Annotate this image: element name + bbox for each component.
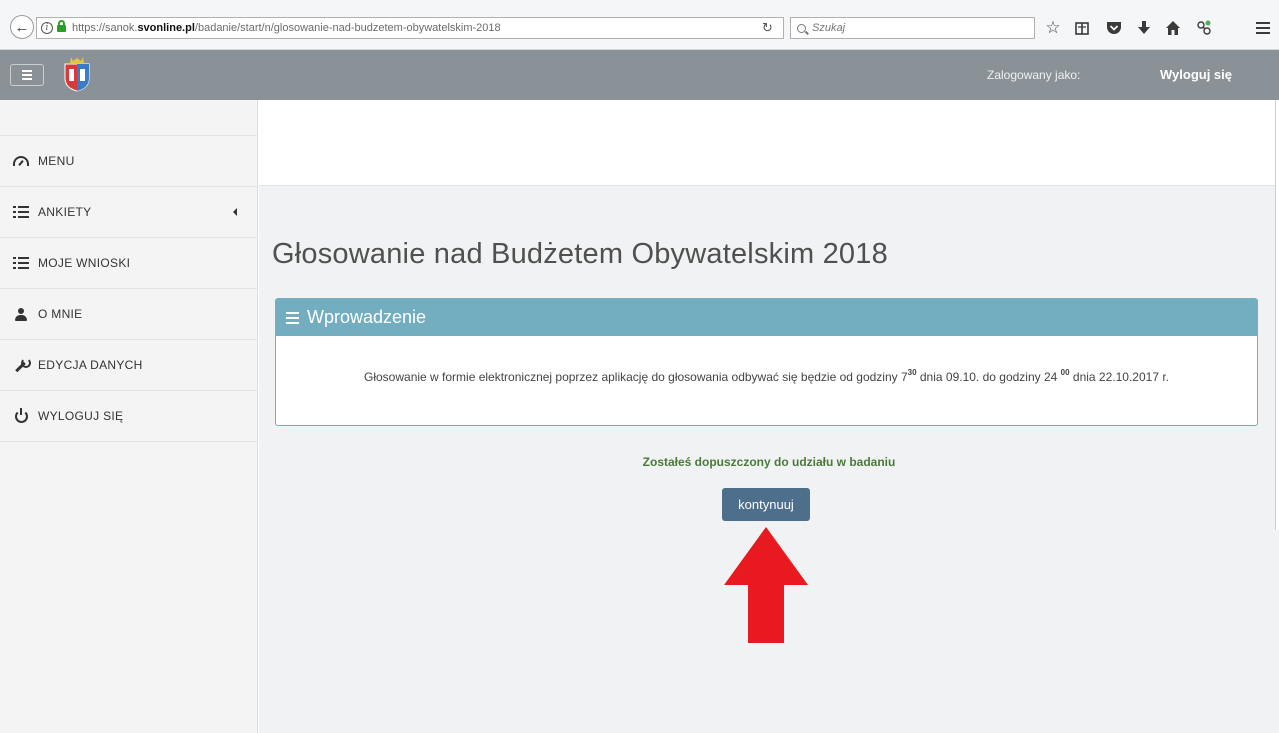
url-domain: svonline.pl: [137, 22, 195, 34]
intro-text-part3: dnia 22.10.2017 r.: [1069, 370, 1169, 384]
sidebar-item-moje-wnioski[interactable]: MOJE WNIOSKI: [0, 238, 257, 289]
sidebar-spacer: [0, 100, 257, 136]
sidebar-item-wyloguj[interactable]: WYLOGUJ SIĘ: [0, 391, 257, 442]
list-icon: [12, 205, 30, 219]
sidebar-item-label: MENU: [38, 154, 75, 168]
power-icon: [12, 407, 30, 423]
reload-icon[interactable]: ↻: [762, 20, 773, 36]
page-title: Głosowanie nad Budżetem Obywatelskim 201…: [272, 238, 888, 270]
extension-icon[interactable]: [1193, 17, 1215, 39]
sidebar-item-label: EDYCJA DANYCH: [38, 358, 143, 372]
sidebar-item-label: ANKIETY: [38, 205, 92, 219]
info-icon[interactable]: i: [41, 22, 53, 34]
search-bar[interactable]: [790, 17, 1035, 39]
download-icon[interactable]: [1133, 17, 1155, 39]
sidebar-item-menu[interactable]: MENU: [0, 136, 257, 187]
url-path: /badanie/start/n/glosowanie-nad-budzetem…: [194, 22, 501, 34]
panel-body-text: Głosowanie w formie elektronicznej poprz…: [276, 336, 1257, 384]
menu-icon[interactable]: [1252, 17, 1274, 39]
status-message: Zostałeś dopuszczony do udziału w badani…: [642, 455, 896, 469]
sidebar-item-o-mnie[interactable]: O MNIE: [0, 289, 257, 340]
back-arrow-icon[interactable]: ←: [10, 15, 34, 39]
top-blank-panel: [259, 100, 1279, 186]
url-prefix: https://sanok.: [72, 22, 138, 34]
intro-panel: Wprowadzenie Głosowanie w formie elektro…: [275, 298, 1258, 426]
reading-list-icon[interactable]: [1071, 17, 1093, 39]
sidebar-item-ankiety[interactable]: ANKIETY: [0, 187, 257, 238]
logged-in-label: Zalogowany jako:: [987, 68, 1081, 82]
app-header: [0, 50, 1279, 100]
search-input[interactable]: [812, 22, 1012, 34]
city-crest-logo[interactable]: [63, 56, 91, 92]
intro-text-part2: dnia 09.10. do godziny 24: [916, 370, 1061, 384]
end-hour-superscript: 00: [1060, 368, 1070, 377]
address-bar[interactable]: i https://sanok. svonline.pl/badanie/star…: [36, 17, 784, 39]
dashboard-icon: [12, 154, 30, 168]
sidebar-toggle-button[interactable]: [10, 64, 44, 86]
start-hour-superscript: 30: [907, 368, 917, 377]
lock-icon[interactable]: [57, 20, 66, 33]
browser-toolbar: ← i https://sanok. svonline.pl/badanie/st…: [0, 0, 1279, 50]
sidebar-item-label: MOJE WNIOSKI: [38, 256, 131, 270]
main-content: Głosowanie nad Budżetem Obywatelskim 201…: [259, 100, 1279, 733]
home-icon[interactable]: [1162, 17, 1184, 39]
logout-link[interactable]: Wyloguj się: [1160, 67, 1232, 82]
red-up-arrow-icon: [724, 527, 808, 643]
bookmark-star-icon[interactable]: ☆: [1042, 17, 1064, 39]
panel-heading-label: Wprowadzenie: [307, 307, 427, 327]
wrench-icon: [12, 358, 31, 372]
list-icon: [12, 256, 30, 270]
search-icon: [797, 23, 806, 33]
bars-icon: [286, 311, 299, 324]
scrollbar-edge[interactable]: [1275, 100, 1279, 530]
pocket-icon[interactable]: [1103, 17, 1125, 39]
caret-left-icon[interactable]: [233, 208, 237, 216]
sidebar-item-label: WYLOGUJ SIĘ: [38, 409, 124, 423]
panel-heading: Wprowadzenie: [276, 299, 1257, 336]
intro-text-part1: Głosowanie w formie elektronicznej poprz…: [364, 370, 908, 384]
sidebar-item-edycja-danych[interactable]: EDYCJA DANYCH: [0, 340, 257, 391]
user-icon: [12, 307, 30, 321]
continue-button[interactable]: kontynuuj: [722, 488, 810, 521]
sidebar: MENU ANKIETY MOJE WNIOSKI O MNIE EDYCJA …: [0, 100, 258, 733]
sidebar-item-label: O MNIE: [38, 307, 83, 321]
